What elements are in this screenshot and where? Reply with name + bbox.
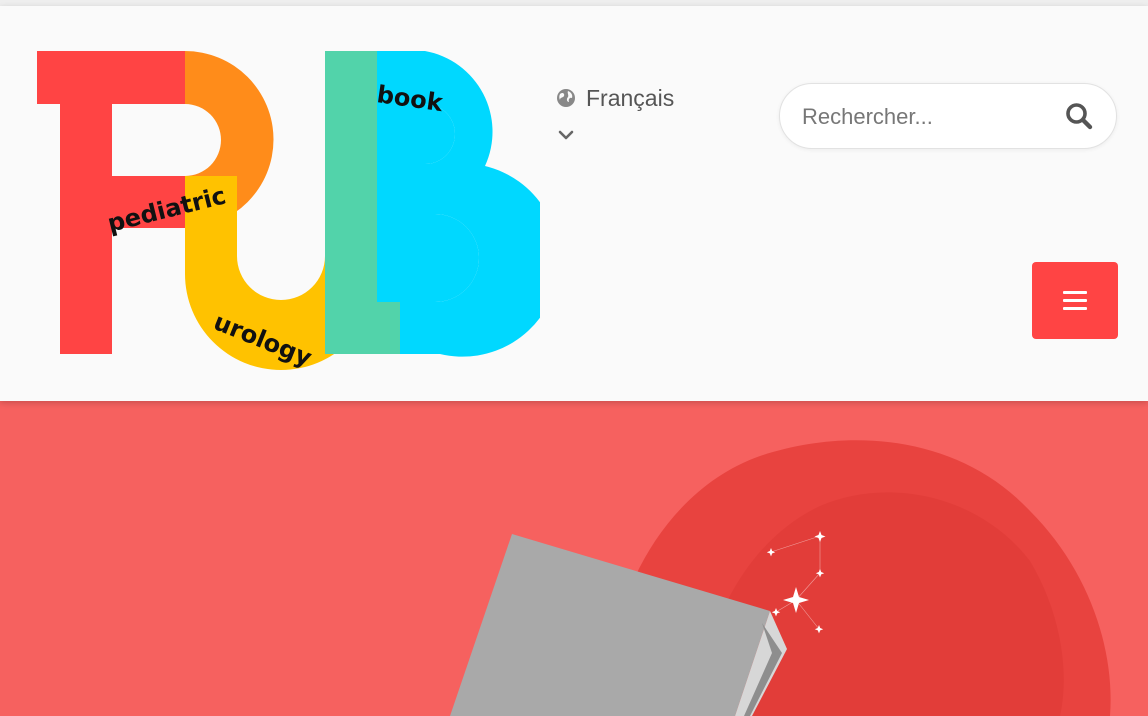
globe-icon <box>556 88 576 108</box>
menu-button[interactable] <box>1032 262 1118 339</box>
search-box <box>779 83 1117 149</box>
search-input[interactable] <box>802 94 1042 140</box>
site-logo[interactable]: pediatric urology book <box>30 36 540 376</box>
search-button[interactable] <box>1060 98 1098 136</box>
logo-graphic: pediatric urology book <box>37 51 540 372</box>
search-icon <box>1066 102 1093 129</box>
language-label: Français <box>586 84 675 111</box>
chevron-down-icon[interactable] <box>558 126 574 140</box>
hero-banner <box>0 401 1148 716</box>
language-switcher[interactable]: Français <box>556 82 716 172</box>
hero-illustration <box>0 401 1148 716</box>
site-header: pediatric urology book Français <box>0 6 1148 401</box>
